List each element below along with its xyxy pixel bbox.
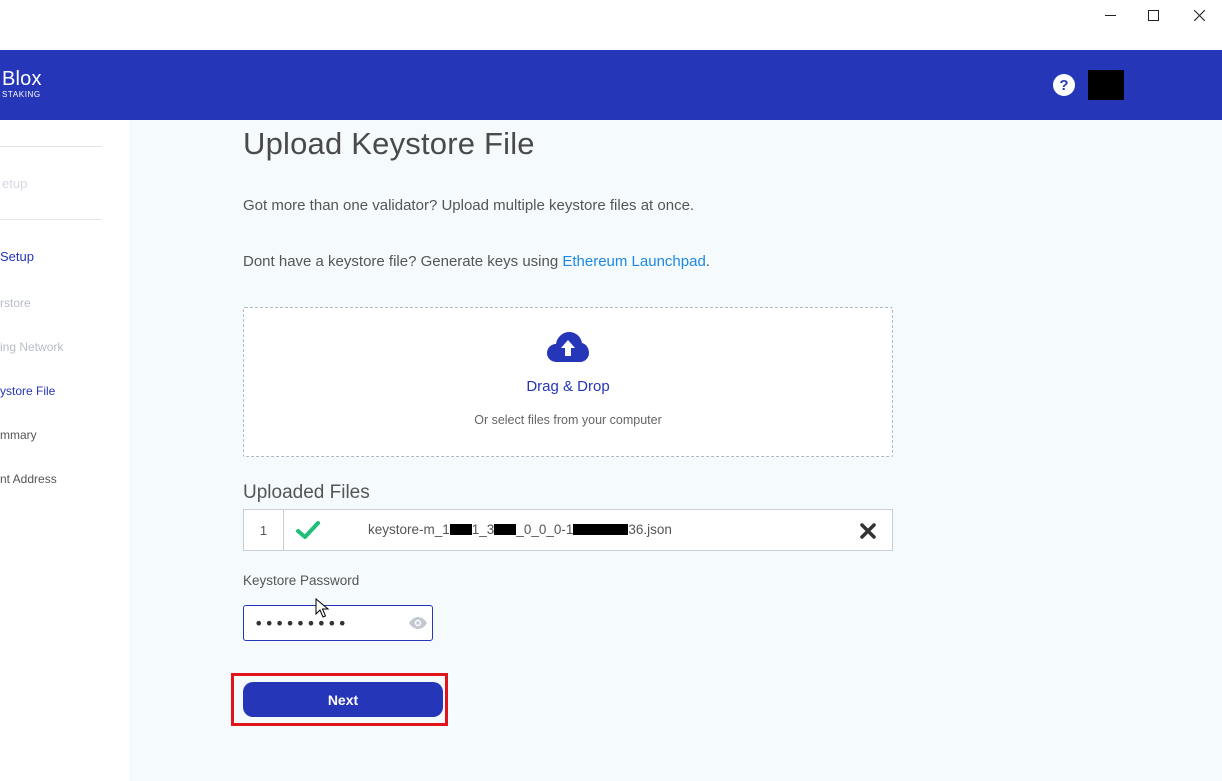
sidebar-item-deposit-address[interactable]: nt Address [0,472,57,486]
description-multiple: Got more than one validator? Upload mult… [243,197,695,214]
brand-subtitle: STAKING [2,90,41,99]
maximize-button[interactable] [1130,0,1176,30]
sidebar-item-setup-2[interactable]: Setup [0,249,34,264]
uploaded-file-row: 1 keystore-m_1 1_3 _0_0_0-1 36.json [243,509,893,551]
keystore-password-label: Keystore Password [243,573,360,588]
redaction-block [494,524,517,535]
cloud-upload-icon [547,332,589,362]
maximize-icon [1147,9,1159,21]
sidebar-divider [0,219,102,220]
sidebar: etup Setup rstore ing Network ystore Fil… [0,120,129,781]
window-titlebar [0,0,1222,50]
app-header: Blox STAKING [0,50,1222,120]
close-icon [1193,9,1205,21]
sidebar-item-staking-network[interactable]: ing Network [0,340,63,354]
brand-name: Blox [2,68,42,90]
description-period: . [705,253,710,270]
remove-file-icon[interactable] [858,521,878,541]
next-button[interactable]: Next [243,682,443,717]
file-name-part: 1_3 [471,522,495,537]
sidebar-item-summary[interactable]: mmary [0,428,37,442]
avatar[interactable] [1088,70,1124,100]
eye-icon[interactable] [408,616,428,630]
uploaded-files-heading: Uploaded Files [243,482,370,503]
file-name-part: 36.json [628,522,672,537]
file-dropzone[interactable]: Drag & Drop Or select files from your co… [243,307,893,457]
redaction-block [573,524,629,535]
blox-logo: Blox STAKING [2,68,42,100]
file-name: keystore-m_1 1_3 _0_0_0-1 36.json [368,522,672,537]
dropzone-title: Drag & Drop [526,378,610,395]
check-icon [296,521,320,539]
close-button[interactable] [1176,0,1222,30]
file-index: 1 [244,510,284,550]
mouse-cursor-icon [315,598,329,618]
page-title: Upload Keystore File [243,126,535,161]
keystore-password-input[interactable] [254,613,404,633]
file-name-part: _0_0_0-1 [516,522,574,537]
sidebar-item-keystore-file[interactable]: ystore File [0,384,55,398]
keystore-password-field[interactable] [243,605,433,641]
dropzone-subtitle[interactable]: Or select files from your computer [244,413,892,427]
description-generate: Dont have a keystore file? Generate keys… [243,253,710,270]
main-content: Upload Keystore File Got more than one v… [129,120,1222,781]
sidebar-divider [0,146,102,147]
sidebar-item-keystore[interactable]: rstore [0,296,31,310]
minimize-icon [1104,14,1116,16]
redaction-block [449,524,472,535]
description-generate-text: Dont have a keystore file? Generate keys… [243,253,563,270]
file-name-part: keystore-m_1 [368,522,450,537]
ethereum-launchpad-link[interactable]: Ethereum Launchpad [562,253,705,270]
help-icon[interactable]: ? [1053,74,1075,96]
sidebar-item-setup-1[interactable]: etup [2,176,27,191]
minimize-button[interactable] [1087,0,1133,30]
